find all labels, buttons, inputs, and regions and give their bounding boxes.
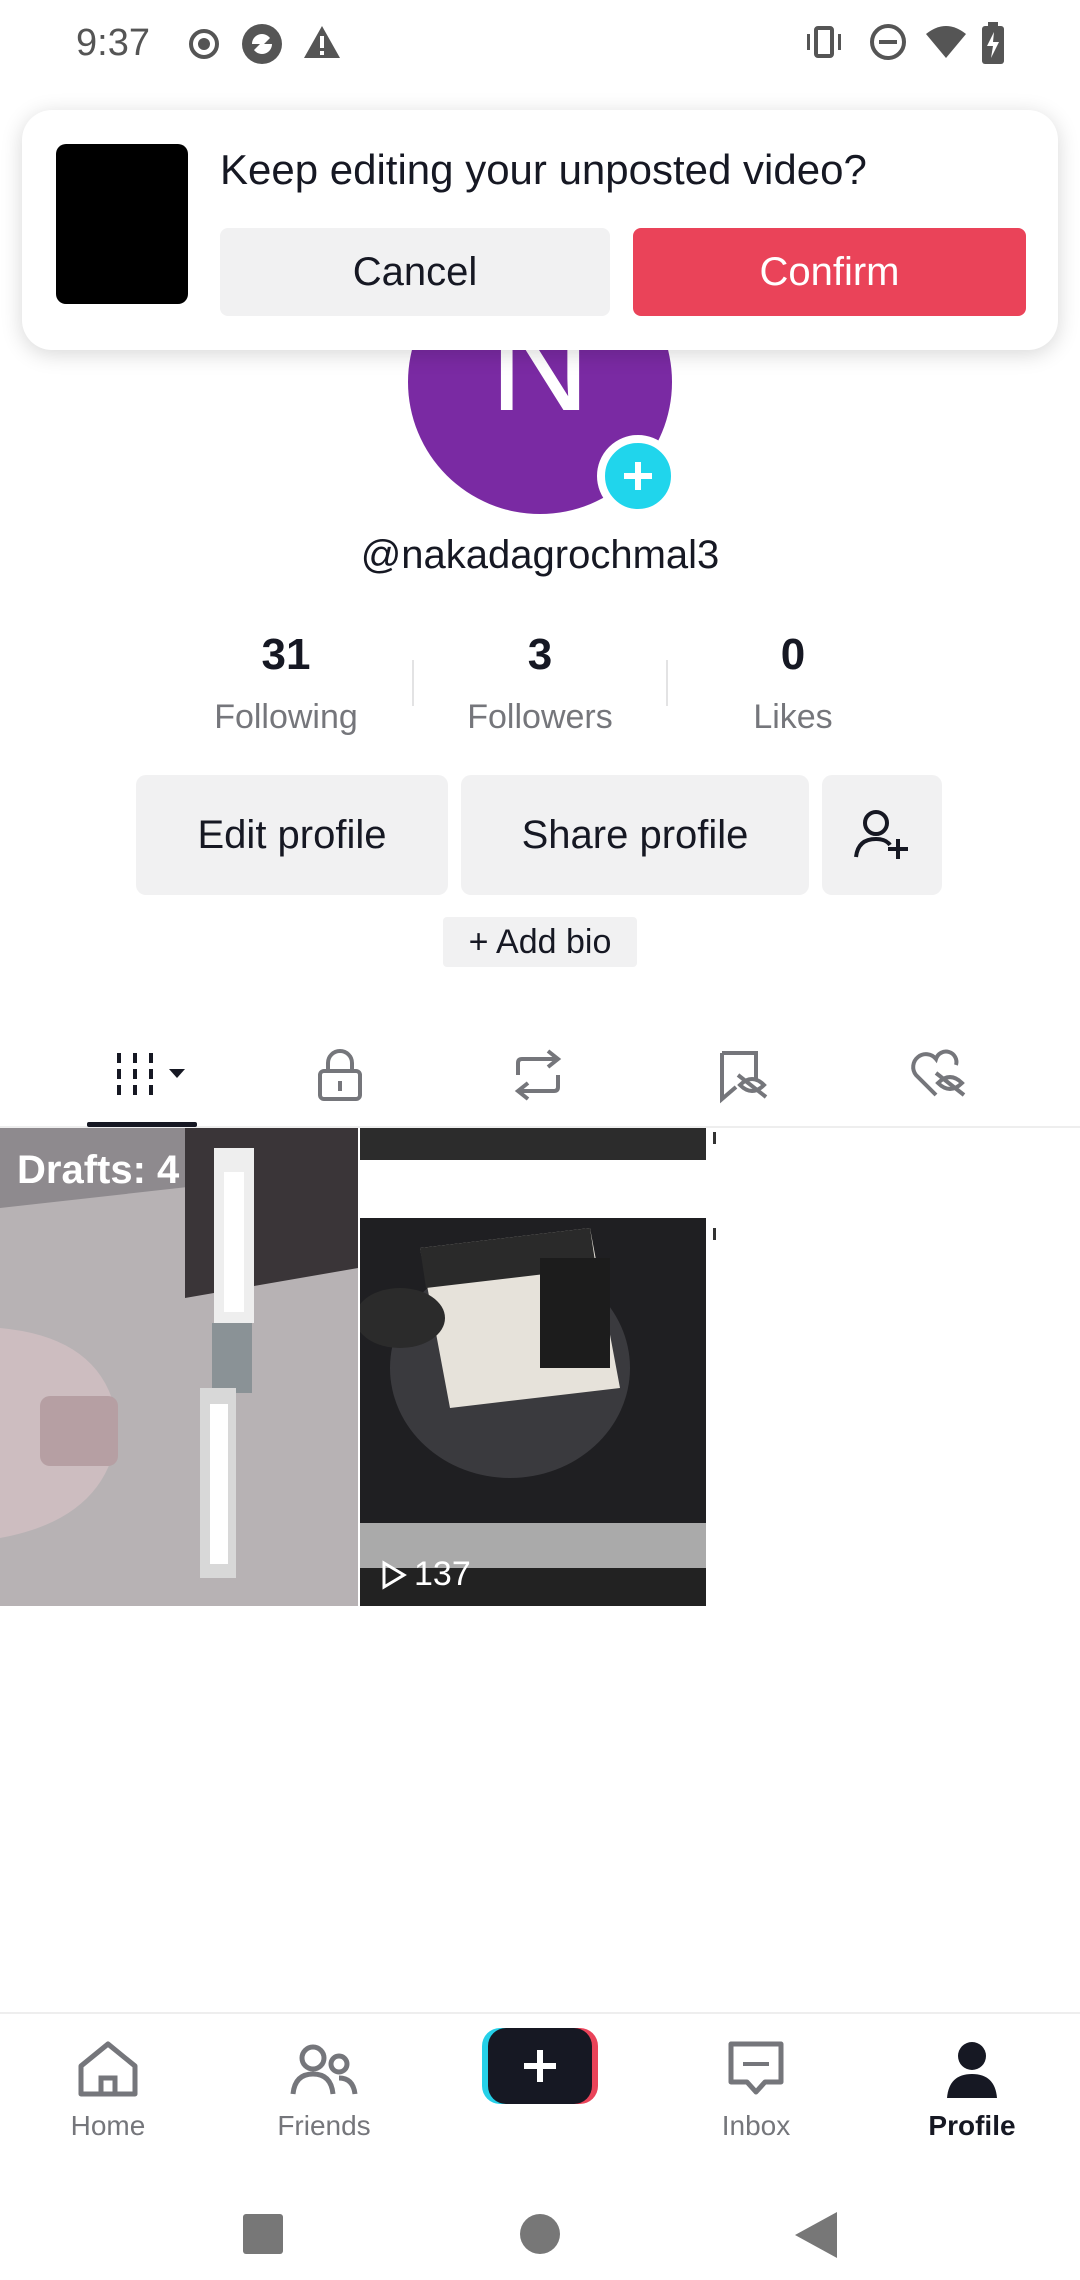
battery-charging-icon [982, 22, 1004, 64]
home-system-icon[interactable] [520, 2214, 560, 2254]
create-button[interactable] [482, 2028, 598, 2104]
nav-inbox[interactable]: Inbox [681, 2034, 831, 2142]
do-not-disturb-icon [870, 24, 906, 60]
draft-thumbnail-image [0, 1128, 358, 1606]
inbox-icon [728, 2041, 784, 2095]
confirm-button[interactable]: Confirm [633, 228, 1026, 316]
video-thumbnail-image [360, 1128, 718, 1606]
following-label: Following [214, 698, 358, 736]
draft-preview-thumbnail [56, 144, 188, 304]
likes-label: Likes [753, 698, 833, 736]
divider [412, 660, 414, 706]
followers-count: 3 [527, 630, 553, 679]
edit-profile-button[interactable]: Edit profile [136, 775, 448, 895]
cancel-button[interactable]: Cancel [220, 228, 610, 316]
vibrate-icon [807, 26, 841, 58]
repost-icon [514, 1049, 562, 1101]
divider [666, 660, 668, 706]
nav-profile[interactable]: Profile [897, 2034, 1047, 2142]
drafts-thumbnail[interactable]: Drafts: 4 [0, 1128, 358, 1606]
add-friend-button[interactable] [822, 775, 942, 895]
content-tabs [0, 1020, 1080, 1128]
drafts-count: Drafts: 4 [17, 1148, 180, 1192]
nav-profile-label: Profile [928, 2110, 1016, 2141]
system-navigation-bar [0, 2162, 1080, 2280]
video-thumbnail[interactable]: 137 [360, 1128, 718, 1606]
tab-liked[interactable] [903, 1040, 973, 1110]
friends-icon [290, 2044, 358, 2095]
tab-favorites[interactable] [705, 1040, 775, 1110]
plus-icon [624, 462, 652, 490]
profile-stats: 31 Following 3 Followers 0 Likes [0, 630, 1080, 740]
play-icon [382, 1559, 407, 1590]
share-profile-button[interactable]: Share profile [461, 775, 809, 895]
lock-icon [318, 1049, 362, 1101]
add-user-icon [854, 810, 908, 859]
likes-count: 0 [780, 630, 806, 679]
tab-videos[interactable] [105, 1040, 195, 1110]
back-icon[interactable] [795, 2212, 837, 2258]
dialog-title: Keep editing your unposted video? [220, 146, 867, 193]
recent-apps-icon[interactable] [243, 2214, 283, 2254]
view-count: 137 [378, 1555, 471, 1594]
add-avatar-button[interactable] [597, 435, 679, 517]
bookmark-hidden-icon [720, 1051, 768, 1104]
home-icon [78, 2041, 138, 2097]
nav-friends-label: Friends [277, 2110, 371, 2141]
status-time: 9:37 [76, 22, 150, 64]
stat-likes[interactable]: 0 Likes [683, 630, 903, 737]
stat-following[interactable]: 31 Following [176, 630, 396, 737]
status-bar: 9:37 [0, 0, 1080, 90]
create-plus-icon [482, 2028, 598, 2104]
followers-label: Followers [467, 698, 613, 736]
unposted-video-dialog: Keep editing your unposted video? Cancel… [22, 110, 1058, 350]
nav-home-label: Home [70, 2110, 146, 2141]
selected-tab-indicator [87, 1122, 197, 1127]
stat-followers[interactable]: 3 Followers [430, 630, 650, 737]
profile-icon [947, 2042, 997, 2098]
heart-hidden-icon [911, 1049, 966, 1097]
nav-friends[interactable]: Friends [249, 2034, 399, 2142]
view-count-value: 137 [414, 1555, 471, 1593]
tab-reposts[interactable] [503, 1040, 573, 1110]
warning-icon [304, 26, 340, 58]
nav-inbox-label: Inbox [721, 2110, 791, 2141]
grid-icon [117, 1053, 185, 1095]
app-notification-icon [242, 24, 282, 64]
wifi-icon [926, 26, 966, 58]
following-count: 31 [261, 630, 311, 679]
username: @nakadagrochmal3 [360, 533, 720, 577]
nav-home[interactable]: Home [33, 2034, 183, 2142]
record-icon [189, 29, 219, 59]
add-bio-button[interactable]: + Add bio [443, 917, 637, 967]
tab-private[interactable] [305, 1040, 375, 1110]
